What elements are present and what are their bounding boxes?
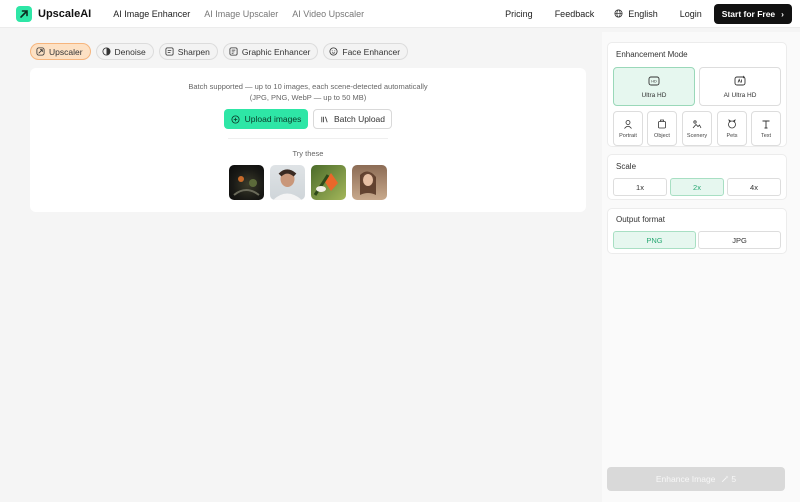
- mode-label: Ultra HD: [641, 91, 667, 99]
- sample-image-2[interactable]: [270, 165, 305, 200]
- magic-wand-icon: [722, 475, 729, 483]
- upload-actions: Upload images Batch Upload: [30, 109, 586, 129]
- scale-4x[interactable]: 4x: [727, 178, 781, 196]
- header-actions: Pricing Feedback English Login Start for…: [505, 3, 792, 24]
- scale-1x[interactable]: 1x: [613, 178, 667, 196]
- format-jpg[interactable]: JPG: [698, 231, 781, 249]
- pets-icon: [728, 118, 736, 128]
- login-link[interactable]: Login: [680, 9, 702, 19]
- tool-tabs: Upscaler Denoise Sharpen Graphic Enhance…: [30, 43, 409, 60]
- divider: [228, 138, 388, 139]
- scenery-icon: [692, 119, 702, 128]
- plus-circle-icon: [231, 114, 240, 124]
- nav-ai-image-enhancer[interactable]: AI Image Enhancer: [113, 9, 190, 19]
- try-these-label: Try these: [292, 149, 324, 158]
- upload-images-button[interactable]: Upload images: [224, 109, 308, 129]
- output-format-title: Output format: [616, 215, 665, 224]
- tab-label: Graphic Enhancer: [241, 46, 311, 57]
- sharpen-icon: [165, 47, 174, 56]
- denoise-icon: [102, 47, 111, 56]
- graphic-icon: [229, 47, 238, 56]
- scene-label: Object: [654, 132, 670, 139]
- face-icon: [329, 47, 338, 56]
- language-label: English: [628, 8, 658, 19]
- upload-description: Batch supported — up to 10 images, each …: [30, 81, 586, 103]
- logo[interactable]: UpscaleAI: [16, 5, 92, 22]
- sample-image-3[interactable]: [311, 165, 346, 200]
- upload-images-label: Upload images: [244, 114, 302, 124]
- enhance-image-button[interactable]: Enhance Image 5: [607, 467, 785, 491]
- tab-label: Sharpen: [177, 46, 210, 57]
- ai-hd-icon: [734, 75, 746, 85]
- pricing-link[interactable]: Pricing: [505, 9, 533, 19]
- batch-icon: [321, 116, 328, 122]
- scale-title: Scale: [616, 162, 637, 171]
- mode-label: AI Ultra HD: [723, 91, 757, 99]
- scene-label: Portrait: [619, 132, 637, 139]
- settings-panel: Enhancement Mode HD Ultra HD AI Ultra HD…: [602, 32, 800, 502]
- language-selector[interactable]: English: [614, 9, 658, 19]
- nav-ai-video-upscaler[interactable]: AI Video Upscaler: [292, 9, 364, 19]
- scene-scenery[interactable]: Scenery: [682, 111, 712, 146]
- scale-2x[interactable]: 2x: [670, 178, 724, 196]
- batch-upload-button[interactable]: Batch Upload: [313, 109, 392, 129]
- chevron-right-icon: ›: [781, 8, 784, 19]
- object-icon: [658, 119, 666, 128]
- scene-label: Scenery: [686, 132, 708, 139]
- sample-image-1[interactable]: [229, 165, 264, 200]
- portrait-icon: [624, 119, 632, 129]
- scene-object[interactable]: Object: [647, 111, 677, 146]
- start-label: Start for Free: [721, 8, 776, 19]
- scene-pets[interactable]: Pets: [717, 111, 747, 146]
- tab-face-enhancer[interactable]: Face Enhancer: [323, 43, 409, 60]
- sample-image-4[interactable]: [352, 165, 387, 200]
- feedback-link[interactable]: Feedback: [555, 9, 595, 19]
- enhance-cost: 5: [731, 474, 737, 484]
- tab-label: Upscaler: [49, 46, 83, 57]
- tab-label: Denoise: [114, 46, 146, 57]
- start-for-free-button[interactable]: Start for Free ›: [713, 3, 792, 24]
- scale-section: Scale 1x 2x 4x: [607, 154, 787, 200]
- upload-desc-line1: Batch supported — up to 10 images, each …: [188, 82, 428, 91]
- mode-ai-ultra-hd[interactable]: AI Ultra HD: [699, 67, 781, 106]
- globe-icon: [614, 9, 623, 18]
- mode-ultra-hd[interactable]: HD Ultra HD: [613, 67, 695, 106]
- upload-card[interactable]: Batch supported — up to 10 images, each …: [30, 68, 586, 212]
- text-icon: [762, 120, 770, 128]
- top-navigation: UpscaleAI AI Image Enhancer AI Image Ups…: [0, 0, 800, 28]
- output-format-section: Output format PNG JPG: [607, 208, 787, 254]
- tab-label: Face Enhancer: [342, 46, 401, 57]
- scene-label: Text: [760, 132, 772, 139]
- tab-upscaler[interactable]: Upscaler: [30, 43, 91, 60]
- format-png[interactable]: PNG: [613, 231, 696, 249]
- scene-portrait[interactable]: Portrait: [613, 111, 643, 146]
- main-nav: AI Image Enhancer AI Image Upscaler AI V…: [113, 9, 364, 19]
- nav-ai-image-upscaler[interactable]: AI Image Upscaler: [204, 9, 278, 19]
- scene-text[interactable]: Text: [751, 111, 781, 146]
- enhancement-mode-section: Enhancement Mode HD Ultra HD AI Ultra HD…: [607, 42, 787, 147]
- tab-denoise[interactable]: Denoise: [95, 43, 154, 60]
- svg-text:HD: HD: [651, 79, 657, 83]
- batch-upload-label: Batch Upload: [333, 114, 386, 124]
- upload-desc-line2: (JPG, PNG, WebP — up to 50 MB): [249, 93, 367, 102]
- hd-icon: HD: [648, 76, 660, 85]
- enhancement-mode-title: Enhancement Mode: [616, 50, 688, 59]
- tab-graphic-enhancer[interactable]: Graphic Enhancer: [222, 43, 319, 60]
- logo-arrow-icon: [16, 5, 32, 22]
- scene-label: Pets: [726, 132, 738, 139]
- sample-images: [30, 165, 586, 200]
- brand-name: UpscaleAI: [38, 7, 92, 20]
- upscale-icon: [36, 47, 45, 56]
- tab-sharpen[interactable]: Sharpen: [158, 43, 218, 60]
- enhance-label: Enhance Image: [655, 474, 716, 484]
